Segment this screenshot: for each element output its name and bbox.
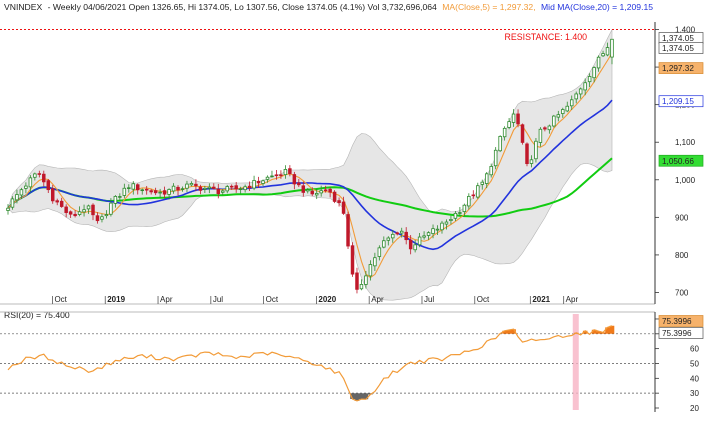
x-tick-label: Oct — [54, 295, 67, 304]
price-tick-label: 900 — [675, 213, 689, 222]
ma5-value-label: 1,297.32 — [658, 62, 704, 74]
header-ma5: MA(Close,5) = 1,297.32, — [442, 2, 535, 12]
candle — [346, 211, 350, 250]
x-tick-label: Oct — [266, 295, 279, 304]
rsi-tick-label: 40 — [690, 374, 699, 383]
rsi-tick-label: 60 — [690, 345, 699, 354]
rsi-highlight — [572, 314, 579, 410]
svg-text:1,050.66: 1,050.66 — [662, 157, 694, 166]
header-symbol: VNINDEX — [4, 2, 42, 12]
rsi-tick-label: 20 — [690, 404, 699, 413]
price-tick-label: 1,100 — [675, 138, 696, 147]
ma20-value-label: 1,209.15 — [658, 95, 704, 108]
price-tick-label: 800 — [675, 251, 689, 260]
candle — [498, 135, 502, 153]
x-tick-label: 2019 — [107, 295, 125, 304]
rsi-tick-label: 30 — [690, 389, 699, 398]
svg-text:1,374.05: 1,374.05 — [662, 34, 694, 43]
x-tick-label: 2021 — [532, 295, 550, 304]
candle — [520, 123, 525, 145]
resistance-label: RESISTANCE: 1.400 — [505, 32, 588, 42]
svg-text:1,297.32: 1,297.32 — [662, 64, 694, 73]
price-tick-label: 700 — [675, 288, 689, 297]
chart-header: VNINDEX - Weekly 04/06/2021 Open 1326.65… — [4, 2, 653, 12]
candle — [552, 114, 556, 128]
x-tick-label: 2020 — [318, 295, 336, 304]
x-tick-label: Apr — [566, 295, 579, 304]
x-tick-label: Jul — [213, 295, 223, 304]
candle — [332, 190, 337, 204]
close-value-label: 1,374.05 — [658, 42, 704, 54]
rsi-value-label: 75.3996 — [658, 315, 704, 327]
candle — [534, 137, 538, 163]
svg-text:75.3996: 75.3996 — [662, 329, 692, 338]
candle — [493, 147, 498, 170]
rsi-value-label: 75.3996 — [658, 327, 704, 339]
x-tick-label: Oct — [477, 295, 490, 304]
rsi-tick-label: 50 — [690, 359, 699, 368]
stock-chart: VNINDEX - Weekly 04/06/2021 Open 1326.65… — [0, 0, 720, 424]
header-ma20: Mid MA(Close,20) = 1,209.15 — [541, 2, 653, 12]
candle — [350, 242, 355, 277]
x-tick-label: Jul — [424, 295, 434, 304]
header-summary: - Weekly 04/06/2021 Open 1326.65, Hi 137… — [48, 2, 437, 12]
candle — [525, 142, 529, 167]
close-value-label: 1,374.05 — [658, 32, 704, 44]
svg-text:75.3996: 75.3996 — [662, 317, 692, 326]
price-tick-label: 1,000 — [675, 176, 696, 185]
ma50-value-label: 1,050.66 — [658, 154, 704, 167]
x-tick-label: Apr — [160, 295, 173, 304]
svg-text:1,374.05: 1,374.05 — [662, 44, 694, 53]
svg-text:1,209.15: 1,209.15 — [662, 97, 694, 106]
x-tick-label: Apr — [371, 295, 384, 304]
